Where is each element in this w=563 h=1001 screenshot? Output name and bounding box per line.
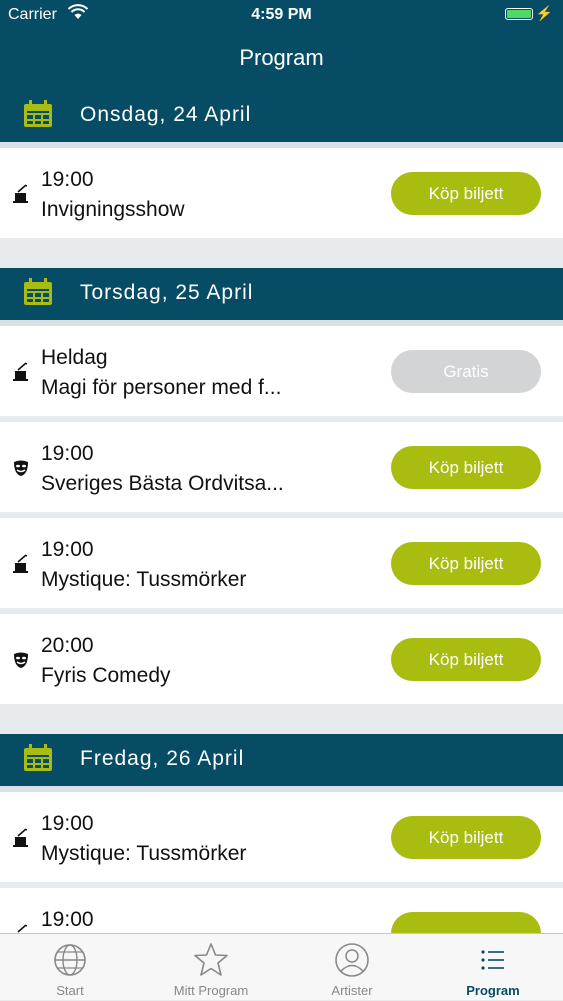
status-bar: Carrier 4:59 PM ⚡	[0, 0, 563, 30]
calendar-icon	[24, 100, 52, 127]
day-header: Fredag, 26 April	[0, 734, 563, 792]
list-icon	[481, 950, 504, 970]
theater-mask-icon	[14, 460, 28, 476]
tab-start[interactable]: Start	[0, 934, 140, 1001]
day-label: Onsdag, 24 April	[80, 103, 252, 126]
section-spacer	[0, 244, 563, 268]
event-row[interactable]: 20:00 Fyris Comedy Köp biljett	[0, 614, 563, 704]
event-row[interactable]: 19:00 Invigningsshow Köp biljett	[0, 148, 563, 238]
day-label: Torsdag, 25 April	[80, 281, 254, 304]
event-time: 19:00	[41, 538, 94, 561]
event-time: 20:00	[41, 634, 94, 657]
person-icon	[335, 943, 369, 977]
magic-hat-icon	[13, 554, 28, 573]
magic-hat-icon	[13, 184, 28, 203]
event-row[interactable]: 19:00 Sveriges Bästa Ordvitsa... Köp bil…	[0, 422, 563, 512]
tab-artister[interactable]: Artister	[282, 934, 422, 1001]
event-title: Mystique: Tussmörker	[41, 568, 247, 591]
event-title: Mystique: Tussmörker	[41, 842, 247, 865]
calendar-icon	[24, 744, 52, 771]
buy-ticket-button[interactable]: Köp biljett	[391, 446, 541, 489]
page-title: Program	[239, 45, 324, 70]
theater-mask-icon	[14, 652, 28, 668]
buy-ticket-button[interactable]: Köp biljett	[391, 816, 541, 859]
event-time: 19:00	[41, 812, 94, 835]
free-button[interactable]: Gratis	[391, 350, 541, 393]
tab-label: Artister	[331, 983, 373, 998]
tab-label: Program	[466, 983, 520, 998]
event-row[interactable]: Heldag Magi för personer med f... Gratis	[0, 326, 563, 416]
buy-ticket-button[interactable]	[391, 912, 541, 933]
tab-mitt-program[interactable]: Mitt Program	[141, 934, 281, 1001]
event-title: Invigningsshow	[41, 198, 185, 221]
day-header: Onsdag, 24 April	[0, 90, 563, 148]
star-icon	[194, 943, 228, 976]
event-row[interactable]: 19:00 Mystique: Tussmörker Köp biljett	[0, 518, 563, 608]
event-time: Heldag	[41, 346, 108, 369]
tab-label: Mitt Program	[173, 983, 249, 998]
day-header: Torsdag, 25 April	[0, 268, 563, 326]
event-row[interactable]: 19:00	[0, 888, 563, 933]
magic-hat-icon	[17, 924, 27, 933]
globe-icon	[54, 944, 86, 976]
battery-icon	[505, 8, 533, 20]
calendar-icon	[24, 278, 52, 305]
buy-ticket-button[interactable]: Köp biljett	[391, 172, 541, 215]
event-title: Sveriges Bästa Ordvitsa...	[41, 472, 284, 495]
event-time: 19:00	[41, 168, 94, 191]
event-time: 19:00	[41, 908, 94, 931]
charging-icon: ⚡	[535, 5, 553, 21]
program-list[interactable]: Onsdag, 24 April 19:00 Invigningsshow Kö…	[0, 90, 563, 933]
tab-label: Start	[56, 983, 84, 998]
event-title: Fyris Comedy	[41, 664, 171, 687]
day-label: Fredag, 26 April	[80, 747, 245, 770]
event-row[interactable]: 19:00 Mystique: Tussmörker Köp biljett	[0, 792, 563, 882]
event-time: 19:00	[41, 442, 94, 465]
status-time: 4:59 PM	[251, 6, 312, 23]
buy-ticket-button[interactable]: Köp biljett	[391, 542, 541, 585]
tab-bar: Start Mitt Program Artister Program	[0, 933, 563, 1000]
magic-hat-icon	[13, 362, 28, 381]
buy-ticket-button[interactable]: Köp biljett	[391, 638, 541, 681]
section-spacer	[0, 710, 563, 734]
magic-hat-icon	[13, 828, 28, 847]
event-title: Magi för personer med f...	[41, 376, 282, 399]
tab-program[interactable]: Program	[423, 934, 563, 1001]
navigation-bar: Program	[0, 30, 563, 90]
